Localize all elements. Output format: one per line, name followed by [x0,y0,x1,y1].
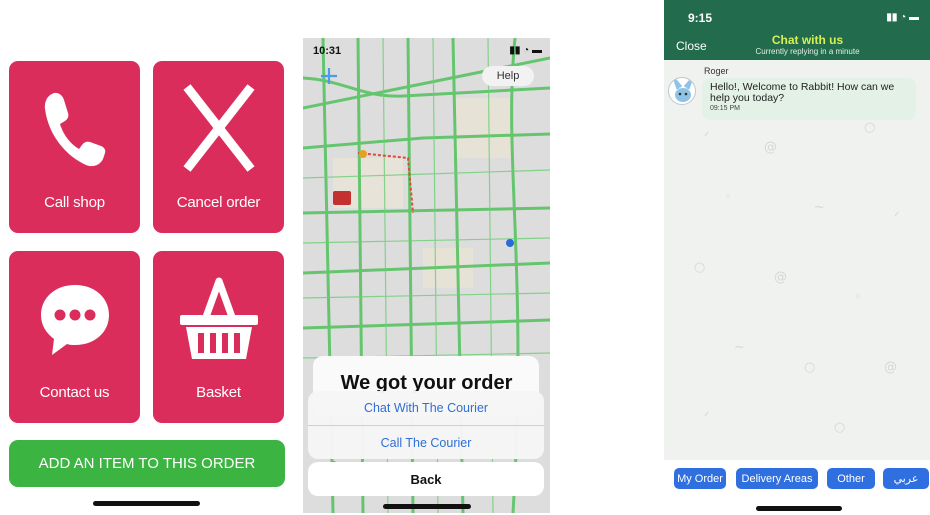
chat-bubble-icon [40,285,109,355]
basket-label: Basket [196,384,241,401]
call-shop-tile[interactable]: Call shop [9,61,140,233]
message-text: Hello!, Welcome to Rabbit! How can we he… [710,81,895,104]
close-icon [182,84,255,172]
basket-tile[interactable]: Basket [153,251,284,423]
avatar [668,77,696,105]
help-button[interactable]: Help [482,66,534,86]
delivery-areas-chip[interactable]: Delivery Areas [736,468,818,489]
cancel-order-tile[interactable]: Cancel order [153,61,284,233]
chat-screen: 9:15 ▮▮ ◔ ▬ Close Chat with us Currently… [664,0,930,515]
message-bubble: Hello!, Welcome to Rabbit! How can we he… [702,78,916,120]
basket-icon [179,277,258,359]
courier-map[interactable]: 10:31 ▮▮ ◔ ▬ Help We got your order ● Ch… [303,38,550,513]
chat-courier-button[interactable]: Chat With The Courier [308,391,544,425]
add-item-button[interactable]: ADD AN ITEM TO THIS ORDER [9,440,285,487]
message-time: 09:15 PM [710,105,740,112]
status-icons: ▮▮ ◔ ▬ [886,12,919,23]
status-icons: ▮▮ ◔ ▬ [509,45,542,56]
chat-messages[interactable]: ᐟ @ ○ ◦ ~ ᐟ ○ @ ◦ ~ ○ @ ᐟ ○ Roger Hello!… [664,60,930,460]
rabbit-icon [673,79,693,102]
status-time: 9:15 [688,11,713,25]
home-indicator [383,504,471,509]
back-button[interactable]: Back [308,462,544,496]
chat-header: 9:15 ▮▮ ◔ ▬ Close Chat with us Currently… [664,0,930,60]
contact-us-tile[interactable]: Contact us [9,251,140,423]
sender-name: Roger [704,66,729,76]
close-button[interactable]: Close [676,39,707,53]
phone-icon [44,92,105,167]
quick-replies: My Order Delivery Areas Other عربي [664,460,930,515]
courier-action-sheet: Chat With The Courier Call The Courier [308,391,544,459]
locate-icon[interactable] [319,66,339,86]
call-courier-button[interactable]: Call The Courier [308,425,544,459]
other-chip[interactable]: Other [827,468,875,489]
chat-title: Chat with us [771,33,844,47]
home-indicator [756,506,842,511]
home-indicator [93,501,200,506]
chat-subtitle: Currently replying in a minute [755,47,860,56]
cancel-order-label: Cancel order [176,194,261,211]
contact-us-label: Contact us [39,384,110,401]
call-shop-label: Call shop [44,194,105,211]
arabic-chip[interactable]: عربي [883,468,929,489]
my-order-chip[interactable]: My Order [674,468,726,489]
status-time: 10:31 [313,45,342,57]
